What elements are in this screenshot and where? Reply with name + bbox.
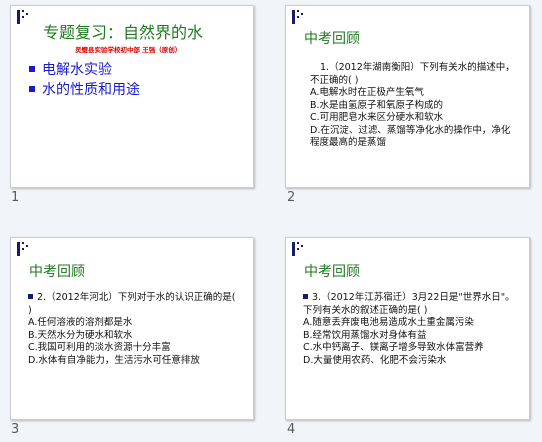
slide-2-body: 1.（2012年湖南衡阳）下列有关水的描述中，不正确的( ) A.电解水时在正极…: [310, 62, 515, 150]
question-text: 1.（2012年湖南衡阳）下列有关水的描述中，不正确的( ): [310, 62, 515, 86]
option-a: A.随意丢弃废电池易造成水土重金属污染: [303, 317, 474, 328]
slide-1-bullet: 电解水实验: [29, 59, 112, 79]
option-c: C.可用肥皂水来区分硬水和软水: [310, 112, 444, 123]
slide-number: 3: [11, 422, 20, 437]
slide-1-bullet: 水的性质和用途: [29, 79, 140, 99]
slide-1-canvas[interactable]: 专题复习：自然界的水 灵璧县实验学校初中部 王强（原创） 电解水实验 水的性质和…: [10, 5, 254, 188]
slide-3-title: 中考回顾: [29, 264, 85, 280]
slide-1-subtitle: 灵璧县实验学校初中部 王强（原创）: [75, 46, 182, 54]
question-text: 3.（2012年江苏宿迁）3月22日是"世界水日"。下列有关水的叙述正确的是( …: [303, 292, 519, 317]
slide-1-title: 专题复习：自然界的水: [43, 23, 204, 42]
option-b: B.水是由氢原子和氧原子构成的: [310, 99, 444, 111]
option-b: B.天然水分为硬水和软水: [28, 329, 133, 341]
slide-decoration-icon: [292, 10, 304, 24]
slide-4-title: 中考回顾: [304, 264, 360, 280]
slide-4-body: 3.（2012年江苏宿迁）3月22日是"世界水日"。下列有关水的叙述正确的是( …: [303, 292, 519, 367]
slide-3-body: 2.（2012年河北）下列对于水的认识正确的是( ) A.任何溶液的溶剂都是水 …: [28, 292, 238, 367]
slide-number: 1: [11, 190, 20, 205]
option-d: D.大量使用农药、化肥不会污染水: [303, 354, 447, 366]
slide-decoration-icon: [292, 242, 304, 256]
option-a: A.任何溶液的溶剂都是水: [28, 317, 133, 328]
slide-number: 4: [287, 422, 296, 437]
slide-2-canvas[interactable]: 中考回顾 1.（2012年湖南衡阳）下列有关水的描述中，不正确的( ) A.电解…: [285, 5, 530, 188]
option-d: D.水体有自净能力，生活污水可任意排放: [28, 354, 200, 366]
slide-3-canvas[interactable]: 中考回顾 2.（2012年河北）下列对于水的认识正确的是( ) A.任何溶液的溶…: [10, 237, 254, 420]
slide-decoration-icon: [17, 242, 29, 256]
option-c: C.水中钙离子、镁离子增多导致水体富营养: [303, 342, 484, 353]
slide-4-canvas[interactable]: 中考回顾 3.（2012年江苏宿迁）3月22日是"世界水日"。下列有关水的叙述正…: [285, 237, 530, 420]
option-c: C.我国可利用的淡水资源十分丰富: [28, 342, 171, 353]
slide-number: 2: [287, 190, 296, 205]
question-text: 2.（2012年河北）下列对于水的认识正确的是( ): [28, 292, 238, 317]
option-b: B.经常饮用蒸馏水对身体有益: [303, 329, 427, 341]
slide-2-title: 中考回顾: [304, 31, 360, 47]
option-d: D.在沉淀、过滤、蒸馏等净化水的操作中，净化程度最高的是蒸馏: [310, 124, 511, 149]
slide-decoration-icon: [17, 10, 29, 24]
option-a: A.电解水时在正极产生氧气: [310, 87, 424, 98]
